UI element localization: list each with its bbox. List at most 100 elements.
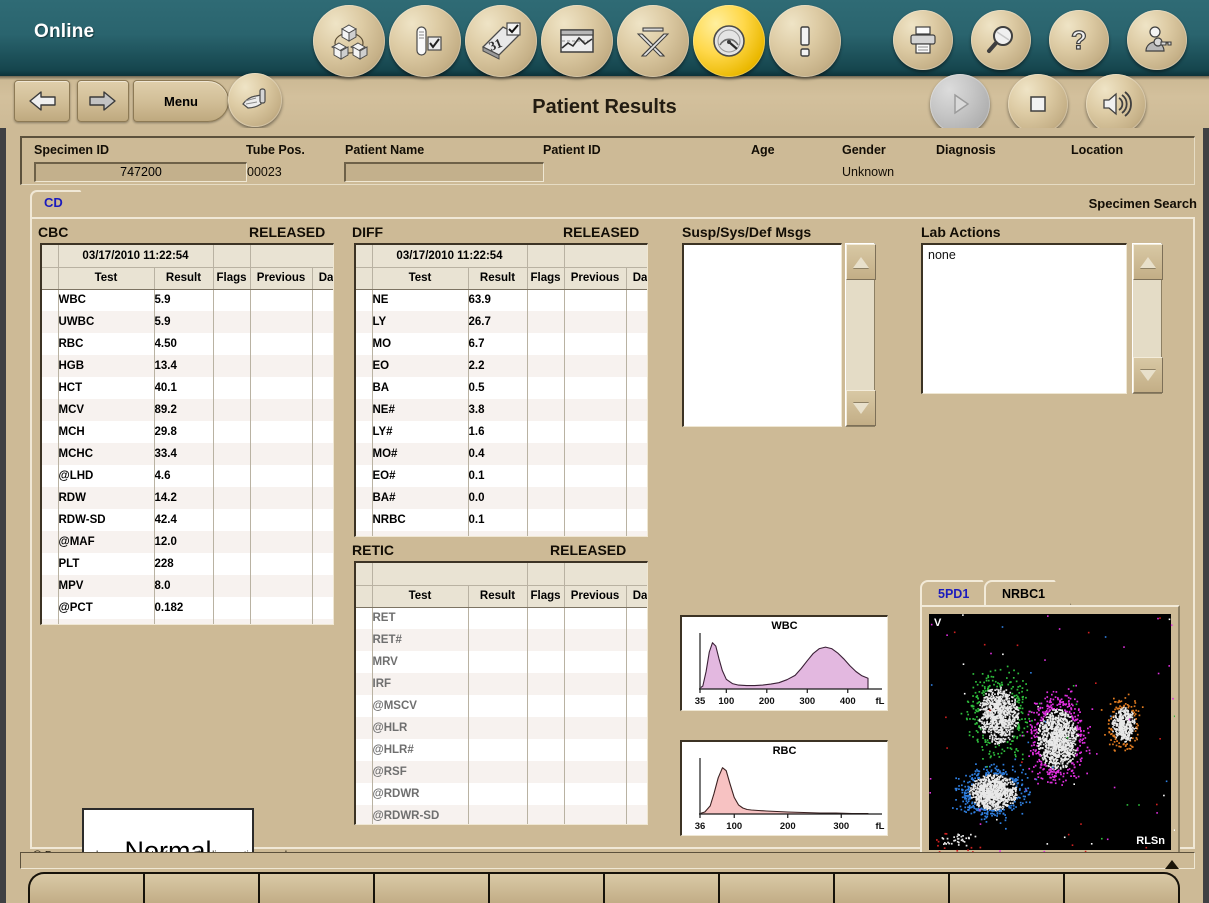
table-row[interactable]: LY# 1.6 (356, 421, 647, 443)
histogram-wbc[interactable]: WBC 35 100 200 300 400 fL (680, 615, 888, 711)
table-row[interactable]: NRBC#0.00 (356, 531, 647, 536)
table-row[interactable]: IRF (356, 673, 647, 695)
toolbar-button-alerts[interactable] (769, 5, 841, 77)
function-key-2[interactable] (145, 874, 260, 903)
toolbar-button-xb-analysis[interactable] (617, 5, 689, 77)
cell-days (626, 695, 647, 717)
cell-days (626, 607, 647, 629)
row-marker-cell (42, 399, 59, 421)
table-row[interactable]: NE# 3.8 (356, 399, 647, 421)
function-key-8[interactable] (835, 874, 950, 903)
messages-scroll-up-button[interactable] (846, 244, 876, 280)
patient-name-field[interactable] (344, 162, 544, 182)
table-row[interactable]: @HLR (356, 717, 647, 739)
table-row[interactable]: MCH 29.8 (42, 421, 333, 443)
cell-test: NRBC# (372, 531, 469, 536)
retic-col-test: Test (372, 585, 469, 608)
diff-results-table[interactable]: 03/17/2010 11:22:54 Test Result Flags Pr… (354, 243, 648, 537)
histogram-rbc[interactable]: RBC 36 100 200 300 fL (680, 740, 888, 836)
table-row[interactable]: @LHD 4.6 (42, 465, 333, 487)
function-key-4[interactable] (375, 874, 490, 903)
function-key-10[interactable] (1065, 874, 1178, 903)
table-row[interactable]: @MAF 12.0 (42, 531, 333, 553)
toolbar-button-specimen[interactable] (389, 5, 461, 77)
table-row[interactable]: @MSCV (356, 695, 647, 717)
table-row[interactable]: EO 2.2 (356, 355, 647, 377)
cell-previous (250, 355, 313, 377)
function-key-9[interactable] (950, 874, 1065, 903)
lab-actions-item[interactable]: none (928, 248, 1121, 262)
cbc-results-table[interactable]: 03/17/2010 11:22:54 Test Result Flags Pr… (40, 243, 334, 625)
cell-flags (527, 487, 565, 509)
messages-scroll-down-button[interactable] (846, 390, 876, 426)
table-row[interactable]: RET# (356, 629, 647, 651)
table-row[interactable]: NRBC 0.1 (356, 509, 647, 531)
scatter-plot[interactable]: V RLSn (929, 614, 1175, 854)
function-key-bar[interactable] (28, 872, 1180, 903)
table-row[interactable]: RET (356, 607, 647, 629)
table-row[interactable]: LY 26.7 (356, 311, 647, 333)
table-row[interactable]: @PDW16.4 (42, 619, 333, 624)
cell-days (626, 443, 647, 465)
table-row[interactable]: MPV 8.0 (42, 575, 333, 597)
cell-days (312, 289, 333, 311)
table-row[interactable]: MCV 89.2 (42, 399, 333, 421)
toolbar-button-search[interactable] (971, 10, 1031, 70)
toolbar-button-login[interactable] (1127, 10, 1187, 70)
toolbar-button-help[interactable]: ? (1049, 10, 1109, 70)
table-row[interactable]: NE 63.9 (356, 289, 647, 311)
tab-cd[interactable] (30, 190, 96, 218)
table-row[interactable]: PLT 228 (42, 553, 333, 575)
table-row[interactable]: HCT 40.1 (42, 377, 333, 399)
table-row[interactable]: MRV (356, 651, 647, 673)
table-row[interactable]: RBC 4.50 (42, 333, 333, 355)
table-row[interactable]: @PCT 0.182 (42, 597, 333, 619)
toolbar-button-schedule[interactable]: 31 (465, 5, 537, 77)
table-row[interactable]: RDW 14.2 (42, 487, 333, 509)
table-row[interactable]: BA 0.5 (356, 377, 647, 399)
tab-nrbc1[interactable]: NRBC1 (984, 580, 1072, 606)
table-row[interactable]: HGB 13.4 (42, 355, 333, 377)
retic-panel-title: RETIC (352, 542, 394, 558)
specimen-search-link[interactable]: Specimen Search (1089, 196, 1197, 211)
toolbar-button-print[interactable] (893, 10, 953, 70)
lab-actions-scroll-up-button[interactable] (1133, 244, 1163, 280)
table-row[interactable]: @HLR# (356, 739, 647, 761)
toolbar-button-worklist[interactable] (313, 5, 385, 77)
function-key-5[interactable] (490, 874, 605, 903)
toolbar-button-qc-charts[interactable] (541, 5, 613, 77)
lab-actions-scrollbar[interactable] (1132, 243, 1163, 394)
table-row[interactable]: UWBC 5.9 (42, 311, 333, 333)
table-row[interactable]: WBC 5.9 (42, 289, 333, 311)
retic-results-table[interactable]: Test Result Flags Previous Days RETRET#M… (354, 561, 648, 825)
table-row[interactable]: RDW-SD 42.4 (42, 509, 333, 531)
cell-previous (564, 761, 627, 783)
table-row[interactable]: MO# 0.4 (356, 443, 647, 465)
messages-listbox[interactable] (682, 243, 842, 427)
table-row[interactable]: EO# 0.1 (356, 465, 647, 487)
diff-col-previous: Previous (564, 267, 627, 290)
table-row[interactable]: BA# 0.0 (356, 487, 647, 509)
cell-flags (213, 355, 251, 377)
table-row[interactable]: @RDWR (356, 783, 647, 805)
lab-actions-listbox[interactable]: none (921, 243, 1127, 394)
row-marker-cell (356, 695, 373, 717)
cell-test: @MAF (58, 531, 155, 553)
function-key-6[interactable] (605, 874, 720, 903)
specimen-id-field[interactable]: 747200 (34, 162, 247, 182)
label-diagnosis: Diagnosis (936, 143, 996, 157)
expand-up-arrow-icon[interactable] (1165, 860, 1179, 869)
lab-actions-scroll-down-button[interactable] (1133, 357, 1163, 393)
table-row[interactable]: MO 6.7 (356, 333, 647, 355)
cell-days (312, 619, 333, 624)
table-row[interactable]: MCHC 33.4 (42, 443, 333, 465)
function-key-7[interactable] (720, 874, 835, 903)
table-row[interactable]: @RSF (356, 761, 647, 783)
table-row[interactable]: @RDWR-SD (356, 805, 647, 824)
function-key-1[interactable] (30, 874, 145, 903)
function-key-3[interactable] (260, 874, 375, 903)
scatter-plot-panel[interactable]: V RLSn (920, 605, 1180, 859)
row-marker-cell (356, 651, 373, 673)
messages-scrollbar[interactable] (845, 243, 876, 427)
toolbar-button-status[interactable] (693, 5, 765, 77)
